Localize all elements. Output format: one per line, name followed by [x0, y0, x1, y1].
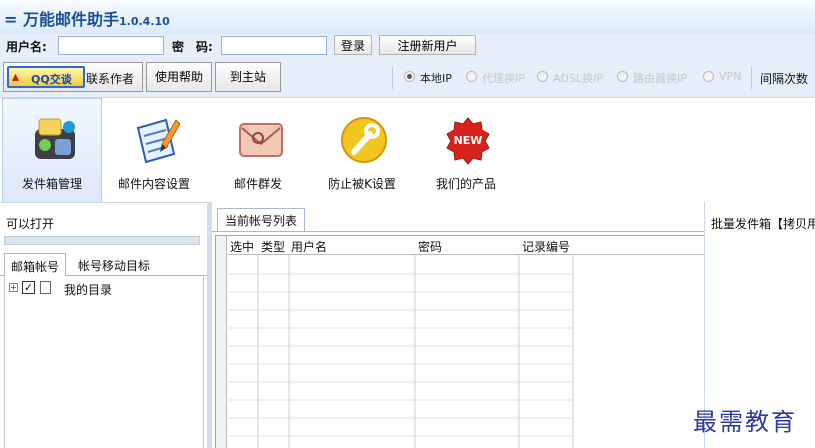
account-grid[interactable]: 选中 类型 用户名 密码 记录编号: [215, 235, 705, 448]
nav-mailbox-manage[interactable]: 发件箱管理: [2, 98, 102, 202]
toolbar-separator: [392, 67, 393, 89]
left-pane: 可以打开 邮箱帐号 帐号移动目标 + ✓ 我的目录: [0, 202, 207, 448]
ip-radio-adsl[interactable]: [537, 71, 548, 82]
app-version: 1.0.4.10: [119, 15, 170, 28]
ip-label-proxy: 代理换IP: [482, 72, 525, 85]
ip-radio-router[interactable]: [617, 71, 628, 82]
directory-tree: + ✓ 我的目录: [4, 277, 204, 448]
contact-author-button[interactable]: ▴ QQ交谈 联系作者: [3, 62, 143, 92]
qq-penguin-icon: ▴: [12, 69, 20, 85]
main-site-button[interactable]: 到主站: [215, 62, 281, 92]
tab-move-target[interactable]: 帐号移动目标: [72, 253, 156, 277]
ip-label-adsl: ADSL换IP: [553, 72, 603, 85]
nav-mass-mail[interactable]: 邮件群发: [208, 98, 308, 202]
right-pane-title: 批量发件箱【拷贝用: [711, 217, 815, 231]
contact-author-label: 联系作者: [86, 72, 135, 86]
new-badge-text: NEW: [453, 134, 483, 147]
username-input[interactable]: [58, 36, 164, 55]
username-label: 用户名:: [6, 40, 47, 54]
title-bar: = 万能邮件助手1.0.4.10: [0, 0, 815, 34]
interval-label: 间隔次数: [760, 72, 809, 86]
nav-label: 防止被K设置: [328, 177, 396, 191]
left-tabs: 邮箱帐号 帐号移动目标: [0, 251, 207, 277]
qq-chat-badge: ▴ QQ交谈: [7, 66, 85, 88]
nav-label: 邮件内容设置: [117, 177, 190, 191]
nav-label: 发件箱管理: [21, 177, 82, 191]
watermark: 最需教育: [693, 408, 797, 436]
grid-lines: [216, 236, 574, 448]
password-input[interactable]: [221, 36, 327, 55]
register-button[interactable]: 注册新用户: [379, 35, 476, 55]
tab-mail-accounts[interactable]: 邮箱帐号: [4, 253, 67, 277]
tab-divider: [212, 231, 704, 232]
nav-label: 我们的产品: [435, 177, 496, 191]
col-password[interactable]: 密码: [418, 238, 442, 255]
mailbox-icon: [35, 118, 75, 159]
nav-content-settings[interactable]: 邮件内容设置: [104, 98, 204, 202]
ip-radio-vpn[interactable]: [703, 71, 714, 82]
tree-node-label: 我的目录: [64, 283, 113, 297]
app-title: = 万能邮件助手1.0.4.10: [4, 6, 170, 30]
col-selected[interactable]: 选中: [230, 238, 254, 255]
col-username[interactable]: 用户名: [291, 238, 327, 255]
wrench-icon: [341, 117, 387, 163]
row-header: [216, 236, 227, 448]
ip-radio-local[interactable]: [404, 71, 415, 82]
nav-label: 邮件群发: [233, 177, 282, 191]
password-label: 密 码:: [172, 40, 213, 54]
expand-icon[interactable]: +: [9, 283, 18, 292]
checkbox-icon[interactable]: ✓: [22, 281, 35, 294]
progress-bar: [4, 236, 200, 245]
nav-our-products[interactable]: 我们的产品 NEW: [416, 98, 516, 202]
grid-header: 选中 类型 用户名 密码 记录编号: [228, 236, 705, 255]
app-title-text: 万能邮件助手: [22, 10, 119, 29]
col-record-id[interactable]: 记录编号: [522, 238, 570, 255]
menu-icon[interactable]: =: [4, 10, 23, 29]
main-nav: 发件箱管理 邮件内容设置 邮件群发 防止被K设置 我们的产品 NEW: [0, 98, 815, 202]
ip-radio-proxy[interactable]: [466, 71, 477, 82]
nav-anti-block-settings[interactable]: 防止被K设置: [312, 98, 412, 202]
envelope-icon: [239, 123, 283, 157]
login-button[interactable]: 登录: [334, 35, 372, 55]
file-icon: [40, 281, 51, 294]
col-type[interactable]: 类型: [261, 238, 285, 255]
edit-document-icon: [136, 118, 180, 164]
left-pane-title: 可以打开: [6, 217, 55, 231]
account-list-pane: 当前帐号列表 选中 类型 用户名 密码 记录编号: [212, 202, 705, 448]
ip-label-router: 路由器换IP: [633, 72, 687, 85]
help-button[interactable]: 使用帮助: [146, 62, 212, 92]
tab-current-accounts[interactable]: 当前帐号列表: [217, 208, 306, 232]
login-bar: 用户名: 密 码: 登录 注册新用户: [0, 34, 815, 58]
qq-chat-text: QQ交谈: [31, 73, 72, 86]
ip-label-local: 本地IP: [420, 72, 452, 85]
toolbar: ▴ QQ交谈 联系作者 使用帮助 到主站 本地IP 代理换IP ADSL换IP …: [0, 58, 815, 98]
ip-label-vpn: VPN: [719, 70, 742, 83]
toolbar-separator-2: [751, 67, 752, 89]
